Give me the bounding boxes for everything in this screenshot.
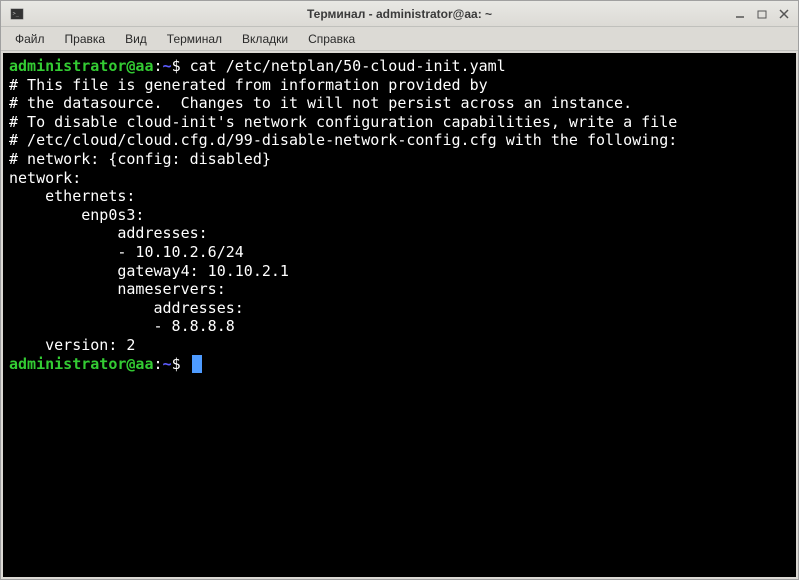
prompt-colon: : (154, 355, 163, 373)
svg-text:>_: >_ (13, 10, 20, 16)
minimize-button[interactable] (732, 6, 748, 22)
menu-help[interactable]: Справка (298, 29, 365, 49)
output-line: network: (9, 169, 81, 187)
output-line: enp0s3: (9, 206, 144, 224)
output-line: ethernets: (9, 187, 135, 205)
terminal-output-area[interactable]: administrator@aa:~$ cat /etc/netplan/50-… (3, 53, 796, 577)
menu-view[interactable]: Вид (115, 29, 157, 49)
output-line: addresses: (9, 224, 208, 242)
prompt-symbol: $ (172, 57, 181, 75)
output-line: # the datasource. Changes to it will not… (9, 94, 632, 112)
window-controls (732, 6, 792, 22)
menu-terminal[interactable]: Терминал (157, 29, 232, 49)
app-icon: >_ (9, 6, 25, 22)
close-button[interactable] (776, 6, 792, 22)
prompt-path: ~ (163, 355, 172, 373)
output-line: version: 2 (9, 336, 135, 354)
window-title: Терминал - administrator@aa: ~ (7, 7, 792, 21)
prompt-path: ~ (163, 57, 172, 75)
prompt-colon: : (154, 57, 163, 75)
menu-tabs[interactable]: Вкладки (232, 29, 298, 49)
menu-file[interactable]: Файл (5, 29, 55, 49)
titlebar[interactable]: >_ Терминал - administrator@aa: ~ (1, 1, 798, 27)
prompt-symbol: $ (172, 355, 181, 373)
output-line: # This file is generated from informatio… (9, 76, 488, 94)
output-line: - 10.10.2.6/24 (9, 243, 244, 261)
output-line: - 8.8.8.8 (9, 317, 235, 335)
menu-edit[interactable]: Правка (55, 29, 116, 49)
output-line: # To disable cloud-init's network config… (9, 113, 677, 131)
command-text: cat /etc/netplan/50-cloud-init.yaml (190, 57, 506, 75)
output-line: # network: {config: disabled} (9, 150, 271, 168)
menubar: Файл Правка Вид Терминал Вкладки Справка (1, 27, 798, 51)
cursor-icon (192, 355, 202, 373)
output-line: gateway4: 10.10.2.1 (9, 262, 289, 280)
output-line: addresses: (9, 299, 244, 317)
prompt-user-host: administrator@aa (9, 57, 154, 75)
maximize-button[interactable] (754, 6, 770, 22)
output-line: # /etc/cloud/cloud.cfg.d/99-disable-netw… (9, 131, 677, 149)
terminal-window: >_ Терминал - administrator@aa: ~ Файл П… (0, 0, 799, 580)
output-line: nameservers: (9, 280, 226, 298)
prompt-user-host: administrator@aa (9, 355, 154, 373)
